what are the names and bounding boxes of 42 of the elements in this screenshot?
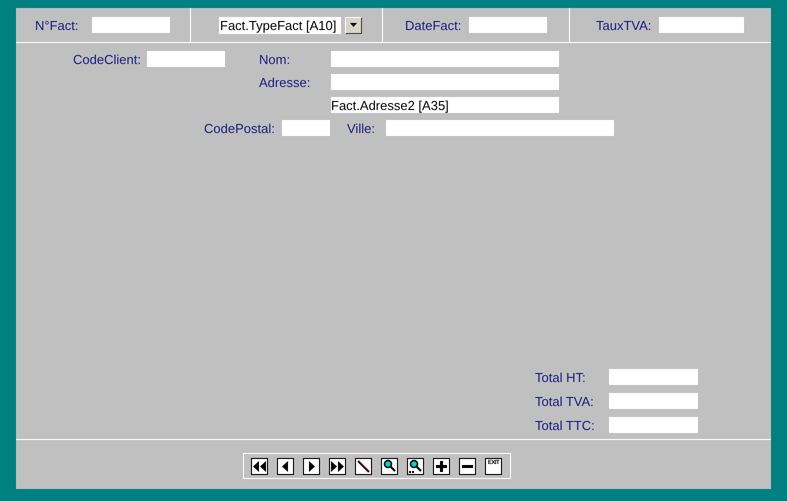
first-record-button[interactable] <box>250 456 269 476</box>
input-field[interactable]: Fact.Adresse2 [A35] <box>331 97 559 113</box>
input-field[interactable] <box>609 393 698 409</box>
search-button[interactable] <box>380 456 399 476</box>
dropdown-field[interactable]: Fact.TypeFact [A10] <box>219 16 341 34</box>
previous-record-button[interactable] <box>276 456 295 476</box>
caret-icon <box>350 23 357 27</box>
total-label: Total HT: <box>535 370 587 384</box>
input-field[interactable] <box>92 17 170 33</box>
edit-button[interactable] <box>354 456 373 476</box>
input-field[interactable] <box>331 51 559 67</box>
field-label: TauxTVA: <box>596 18 652 32</box>
input-field[interactable] <box>282 120 330 136</box>
input-field[interactable] <box>386 120 614 136</box>
field-label: Adresse: <box>259 74 312 90</box>
search-all-button[interactable] <box>406 456 425 476</box>
field-label: DateFact: <box>405 18 462 32</box>
last-record-button[interactable] <box>328 456 347 476</box>
field-label: N°Fact: <box>35 18 80 32</box>
double-right-arrow-icon <box>329 458 346 474</box>
minus-icon <box>459 458 476 474</box>
remove-button[interactable] <box>458 456 477 476</box>
field-label: CodePostal: <box>204 120 276 136</box>
total-label: Total TVA: <box>535 394 595 408</box>
next-record-button[interactable] <box>302 456 321 476</box>
input-field[interactable] <box>147 51 225 67</box>
input-field[interactable] <box>331 74 559 90</box>
search-icon <box>407 458 424 474</box>
input-field[interactable] <box>609 369 698 385</box>
pencil-icon <box>355 458 372 474</box>
input-field[interactable] <box>469 17 547 33</box>
dropdown-button[interactable] <box>345 16 362 34</box>
double-left-arrow-icon <box>251 458 268 474</box>
field-label: Nom: <box>259 52 292 66</box>
input-field[interactable] <box>659 17 744 33</box>
input-field[interactable] <box>609 417 698 433</box>
field-label: CodeClient: <box>73 52 142 66</box>
total-label: Total TTC: <box>535 418 596 432</box>
plus-icon <box>433 458 450 474</box>
field-label: Ville: <box>347 120 376 136</box>
search-icon <box>381 458 398 474</box>
add-button[interactable] <box>432 456 451 476</box>
